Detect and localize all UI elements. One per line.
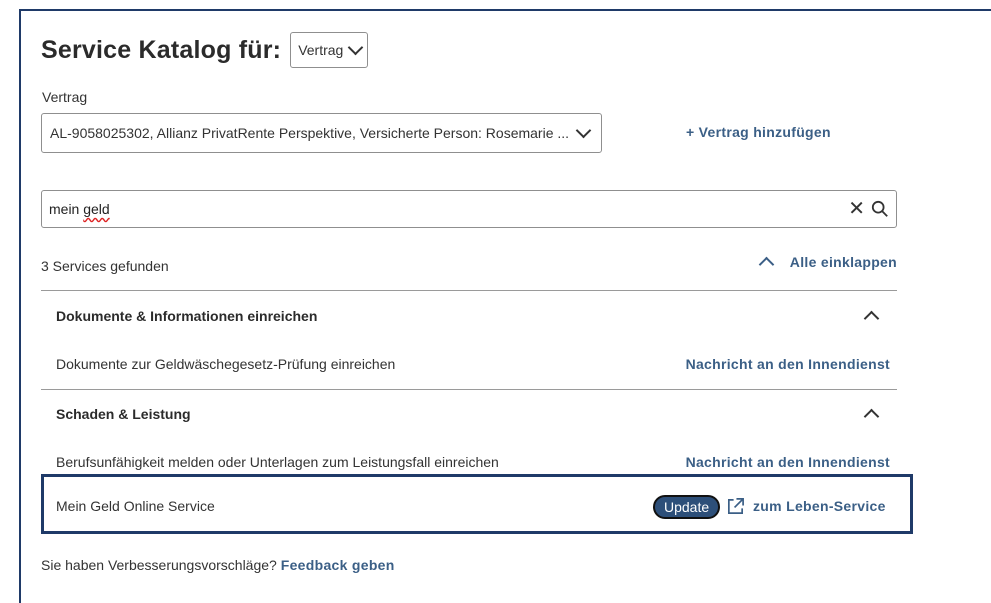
feedback-link[interactable]: Feedback geben — [281, 557, 395, 573]
results-count: 3 Services gefunden — [41, 258, 169, 274]
search-input[interactable]: mein geld ✕ — [41, 190, 897, 228]
external-link-icon[interactable] — [726, 497, 745, 516]
feedback-text: Sie haben Verbesserungsvorschläge? — [41, 557, 277, 573]
collapse-all-button[interactable]: Alle einklappen — [758, 254, 897, 273]
service-item-label: Berufsunfähigkeit melden oder Unterlagen… — [56, 454, 499, 470]
feedback-row: Sie haben Verbesserungsvorschläge? Feedb… — [41, 557, 395, 573]
contract-label: Vertrag — [42, 89, 88, 105]
section-header-documents[interactable]: Dokumente & Informationen einreichen — [56, 308, 317, 324]
divider — [41, 389, 897, 390]
update-badge: Update — [653, 495, 721, 519]
section-header-claims[interactable]: Schaden & Leistung — [56, 406, 191, 422]
chevron-up-icon — [758, 256, 775, 273]
catalog-type-value: Vertrag — [298, 42, 344, 58]
collapse-all-label: Alle einklappen — [789, 254, 897, 270]
chevron-down-icon — [348, 39, 364, 56]
close-icon[interactable]: ✕ — [848, 199, 865, 219]
service-item-action-link[interactable]: Nachricht an den Innendienst — [686, 356, 890, 372]
divider — [41, 290, 897, 291]
leben-service-link[interactable]: zum Leben-Service — [753, 498, 886, 514]
title-row: Service Katalog für: Vertrag — [41, 32, 369, 68]
search-value-prefix: mein — [49, 201, 84, 217]
search-value: mein geld — [49, 201, 848, 217]
service-item-action-link[interactable]: Nachricht an den Innendienst — [686, 454, 890, 470]
chevron-down-icon — [575, 122, 592, 138]
add-contract-link[interactable]: + Vertrag hinzufügen — [686, 124, 831, 140]
service-item-label: Mein Geld Online Service — [56, 498, 215, 514]
contract-selected-value: AL-9058025302, Allianz PrivatRente Persp… — [50, 125, 570, 141]
service-item-label: Dokumente zur Geldwäschegesetz-Prüfung e… — [56, 356, 396, 372]
contract-select[interactable]: AL-9058025302, Allianz PrivatRente Persp… — [41, 113, 602, 153]
search-icon[interactable] — [871, 200, 889, 218]
catalog-type-select[interactable]: Vertrag — [290, 32, 369, 68]
page-title: Service Katalog für: — [41, 35, 282, 64]
search-value-misspelled: geld — [83, 201, 110, 217]
